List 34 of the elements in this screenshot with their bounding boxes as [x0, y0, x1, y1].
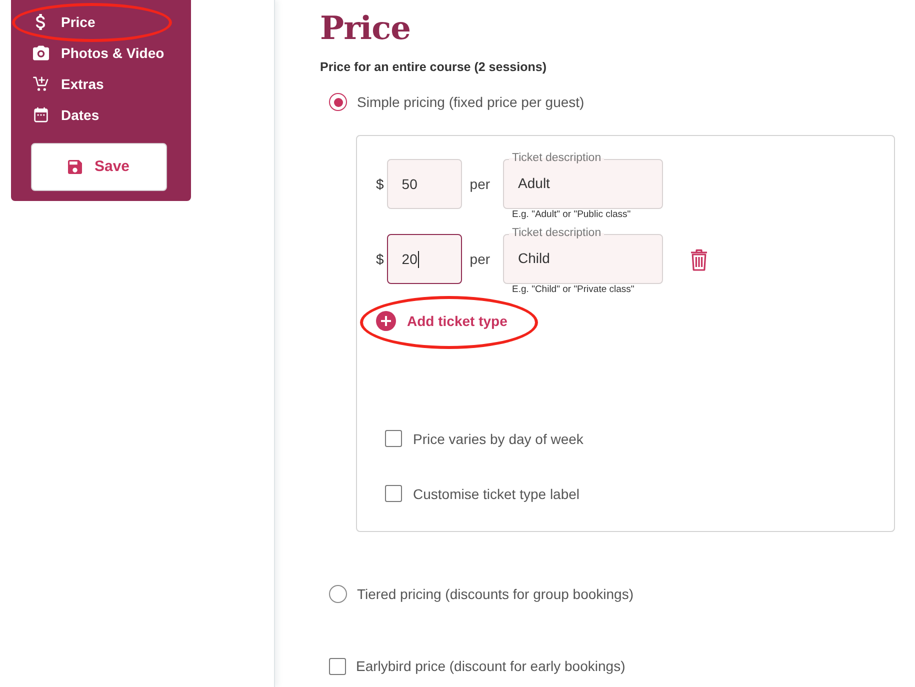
option-label: Customise ticket type label — [413, 486, 580, 502]
per-label: per — [470, 250, 490, 269]
radio-button[interactable] — [329, 585, 347, 603]
per-label: per — [470, 175, 490, 194]
sidebar-item[interactable]: Dates — [11, 100, 191, 130]
radio-button[interactable] — [329, 93, 347, 111]
checkbox[interactable] — [385, 485, 402, 502]
currency-symbol: $ — [376, 250, 384, 269]
currency-symbol: $ — [376, 175, 384, 194]
sidebar-item[interactable]: Extras — [11, 68, 191, 100]
option-label: Price varies by day of week — [413, 430, 584, 446]
option-label: Tiered pricing (discounts for group bookings) — [357, 586, 634, 602]
field-label: Ticket description — [509, 151, 604, 165]
sidebar-item[interactable]: Photos & Video — [11, 38, 191, 68]
option-label: Earlybird price (discount for early bookings) — [356, 658, 626, 674]
sidebar-item[interactable]: Price — [11, 6, 191, 38]
text-cursor-icon — [418, 250, 420, 268]
add-ticket-button[interactable]: Add ticket type — [376, 311, 508, 331]
cart-plus-icon — [33, 76, 49, 92]
option-label: Simple pricing (fixed price per guest) — [357, 94, 584, 110]
trash-icon[interactable] — [690, 249, 708, 271]
price-input[interactable]: 20 — [386, 234, 462, 284]
field-hint: E.g. "Child" or "Private class" — [512, 284, 636, 296]
calendar-icon — [33, 107, 49, 123]
camera-icon — [33, 45, 49, 61]
save-button[interactable]: Save — [31, 142, 167, 190]
page-title: Price — [320, 8, 412, 48]
plus-circle-icon — [376, 311, 396, 331]
page-subtitle: Price for an entire course (2 sessions) — [320, 59, 548, 76]
field-label: Ticket description — [509, 226, 604, 240]
checkbox[interactable] — [329, 658, 346, 674]
field-hint: E.g. "Adult" or "Public class" — [512, 209, 632, 221]
checkbox[interactable] — [385, 430, 402, 447]
price-input[interactable]: 50 — [386, 159, 462, 209]
